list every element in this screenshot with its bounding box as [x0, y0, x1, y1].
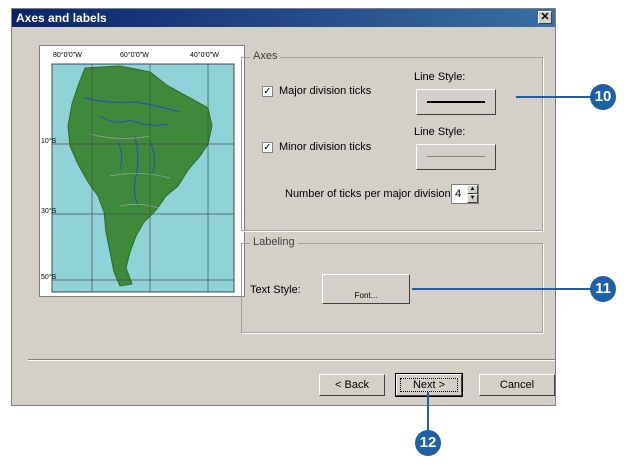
- back-button-label: < Back: [335, 379, 369, 391]
- close-button[interactable]: ✕: [538, 11, 552, 24]
- callout-11: 11: [590, 276, 616, 302]
- line-style-preview-major: [427, 101, 485, 103]
- callout-10-line: [516, 96, 592, 98]
- minor-ticks-checkbox[interactable]: ✓: [262, 142, 273, 153]
- dialog-title: Axes and labels: [16, 11, 107, 25]
- cancel-button[interactable]: Cancel: [479, 374, 555, 396]
- minor-line-style-label: Line Style:: [414, 126, 466, 138]
- map-tick-50s: 50°S: [41, 274, 57, 281]
- next-button[interactable]: Next >: [395, 373, 463, 397]
- back-button[interactable]: < Back: [319, 374, 385, 396]
- spin-up-button[interactable]: ▲: [467, 185, 478, 194]
- font-button-label: Font...: [354, 291, 378, 300]
- map-tick-80w: 80°0'0"W: [53, 52, 82, 59]
- major-line-style-button[interactable]: [416, 89, 496, 115]
- callout-11-line: [412, 288, 592, 290]
- map-tick-60w: 60°0'0"W: [120, 52, 149, 59]
- close-icon: ✕: [540, 11, 550, 23]
- south-america-map-image: [51, 63, 235, 293]
- separator: [28, 359, 555, 361]
- major-ticks-label: Major division ticks: [279, 85, 372, 97]
- minor-ticks-label: Minor division ticks: [279, 141, 372, 153]
- major-line-style-label: Line Style:: [414, 71, 466, 83]
- axes-group: Axes ✓ Major division ticks Line Style: …: [241, 50, 543, 231]
- axes-group-legend: Axes: [250, 50, 281, 62]
- map-tick-30s: 30°S: [41, 208, 57, 215]
- minor-line-style-button[interactable]: [416, 144, 496, 170]
- line-style-preview-minor: [427, 156, 485, 157]
- axes-and-labels-dialog: Axes and labels ✕ 80°0'0"W 60°0'0"W 40°0…: [11, 8, 556, 406]
- title-bar: Axes and labels ✕: [12, 9, 555, 27]
- major-ticks-checkbox[interactable]: ✓: [262, 86, 273, 97]
- map-tick-40w: 40°0'0"W: [190, 52, 219, 59]
- map-tick-10s: 10°S: [41, 138, 57, 145]
- callout-12: 12: [415, 430, 441, 456]
- spin-down-button[interactable]: ▼: [467, 194, 478, 203]
- ticks-per-major-value[interactable]: 4: [455, 188, 461, 200]
- text-style-label: Text Style:: [250, 284, 301, 296]
- callout-12-line: [427, 392, 429, 430]
- next-button-label: Next >: [412, 379, 446, 391]
- cancel-button-label: Cancel: [499, 379, 535, 391]
- ticks-per-major-stepper[interactable]: 4 ▲ ▼: [451, 184, 479, 204]
- ticks-per-major-label: Number of ticks per major division:: [285, 188, 454, 200]
- font-button[interactable]: Font...: [322, 274, 410, 304]
- callout-10: 10: [590, 84, 616, 110]
- labeling-group-legend: Labeling: [250, 236, 298, 248]
- map-preview: 80°0'0"W 60°0'0"W 40°0'0"W 10°S 30°S 50°…: [39, 45, 245, 297]
